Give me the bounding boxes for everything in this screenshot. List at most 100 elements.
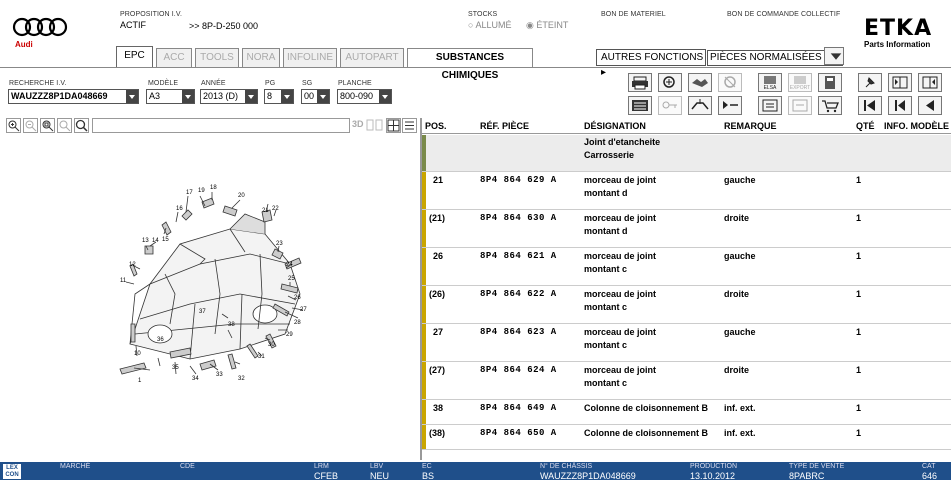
list-toggle-button[interactable] [402,118,417,133]
bon-materiel-link[interactable]: BON DE MATERIEL [601,11,666,18]
col-qte[interactable]: QTÉ [856,121,875,131]
bon-commande-link[interactable]: BON DE COMMANDE COLLECTIF [727,11,840,18]
service-button[interactable] [718,73,742,92]
next-marker-button[interactable] [718,96,742,115]
diagram-label: 27 [300,307,307,313]
diagram-label: 31 [258,354,265,360]
table-row[interactable]: 26 8P4 864 621 A morceau de joint montan… [422,248,951,286]
zoom-fit-button[interactable] [57,118,72,133]
zoom-area-button[interactable] [40,118,55,133]
table-row[interactable]: (21) 8P4 864 630 A morceau de joint mont… [422,210,951,248]
col-remarque[interactable]: REMARQUE [724,121,777,131]
diagram-label: 21 [262,208,269,214]
chevron-down-icon [182,90,194,103]
annee-select[interactable]: 2013 (D) [200,89,258,104]
calculator-icon [825,76,835,89]
cell-ref: 8P4 864 622 A [480,289,557,299]
cart-button[interactable] [818,96,842,115]
table-row[interactable]: (27) 8P4 864 624 A morceau de joint mont… [422,362,951,400]
arrow-right-bar-icon [723,101,738,109]
cell-designation-2: montant d [584,188,628,198]
key-button[interactable] [658,96,682,115]
vin-select[interactable]: WAUZZZ8P1DA048669 [8,89,139,104]
cell-designation: morceau de joint [584,365,657,375]
table-row[interactable]: 38 8P4 864 649 A Colonne de cloisonnemen… [422,400,951,425]
split-view-button[interactable] [386,118,401,133]
col-ref[interactable]: RÉF. PIÈCE [480,121,529,131]
audi-rings-icon [12,17,68,37]
elsa-button[interactable]: ELSA [758,73,782,92]
tab-infoline[interactable]: INFOLINE [283,48,337,67]
stocks-radio-on[interactable]: ○ ALLUMÉ [468,20,511,30]
table-row[interactable]: 21 8P4 864 629 A morceau de joint montan… [422,172,951,210]
diagram-label: 28 [294,320,301,326]
proposition-path[interactable]: >> 8P-D-250 000 [189,21,258,31]
modele-select[interactable]: A3 [146,89,195,104]
cell-qte: 1 [856,327,862,337]
filter-icon [830,53,842,60]
table-row[interactable]: 27 8P4 864 623 A morceau de joint montan… [422,324,951,362]
autres-fonctions-button[interactable]: AUTRES FONCTIONS ▸ [596,49,706,78]
zoom-in-button[interactable] [6,118,21,133]
print-icon [632,76,648,90]
col-pos[interactable]: POS. [425,121,447,131]
cell-qte: 1 [856,251,862,261]
book-right-button[interactable] [918,73,942,92]
viewer-scroll-track[interactable] [92,118,350,133]
tab-nora[interactable]: NORA [242,48,280,67]
tab-tools[interactable]: TOOLS [195,48,239,67]
handshake-button[interactable] [688,73,712,92]
vente-value: 8PABRC [789,471,825,480]
diagram-label: 26 [294,295,301,301]
back-button[interactable] [918,96,942,115]
pg-select[interactable]: 8 [264,89,294,104]
vehicle-lift-button[interactable] [688,96,712,115]
cell-ref: 8P4 864 629 A [480,175,557,185]
magnifier-button[interactable] [74,118,89,133]
compare-view-button[interactable] [366,118,384,133]
table-row[interactable]: (38) 8P4 864 650 A Colonne de cloisonnem… [422,425,951,450]
diagram-label: 16 [176,206,183,212]
remove-from-list-button[interactable] [788,96,812,115]
book-left-button[interactable] [888,73,912,92]
cell-qte: 1 [856,213,862,223]
cell-remarque: droite [724,289,750,299]
export-button[interactable]: EXPORT [788,73,812,92]
first-page-button[interactable] [858,96,882,115]
add-to-list-button[interactable] [758,96,782,115]
col-designation[interactable]: DÉSIGNATION [584,121,646,131]
pin-button[interactable] [858,73,882,92]
dropdown-action-button[interactable] [824,47,844,65]
chevron-down-icon [281,90,293,103]
table-row[interactable]: (26) 8P4 864 622 A morceau de joint mont… [422,286,951,324]
row-indicator [422,210,426,247]
diagram-label: 30 [268,342,275,348]
audi-wordmark: Audi [15,40,33,49]
vin-label: RECHERCHE I.V. [9,80,67,87]
cell-designation: morceau de joint [584,327,657,337]
tab-substances-chimiques[interactable]: SUBSTANCES CHIMIQUES [407,48,533,81]
print-button[interactable] [628,73,652,92]
tab-divider [0,67,951,68]
lines-icon [405,121,414,130]
zoom-area-icon [42,120,54,132]
tab-autopart[interactable]: AUTOPART [340,48,404,67]
tab-epc[interactable]: EPC [116,46,153,67]
autres-fonctions-select[interactable]: PIÈCES NORMALISÉES [707,50,843,66]
zoom-fit-icon [59,120,71,132]
col-info-modele[interactable]: INFO. MODÈLE [884,121,949,131]
stocks-radio-off[interactable]: ◉ ÉTEINT [526,20,568,31]
mode-3d-toggle[interactable]: 3D [352,119,364,129]
previous-page-button[interactable] [888,96,912,115]
sg-select[interactable]: 00 [301,89,330,104]
zoom-out-button[interactable] [23,118,38,133]
exploded-view-diagram[interactable]: 19 18 20 17 16 15 14 13 12 11 1 10 22 21… [0,134,420,460]
chassis-value: WAUZZZ8P1DA048669 [540,471,636,480]
calculator-button[interactable] [818,73,842,92]
list-view-button[interactable] [628,96,652,115]
pin-icon [865,77,875,88]
planche-select[interactable]: 800-090 [337,89,392,104]
tab-acc[interactable]: ACC [156,48,192,67]
table-group-row[interactable]: Joint d'etancheite Carrosserie [422,135,951,172]
parts-search-button[interactable] [658,73,682,92]
